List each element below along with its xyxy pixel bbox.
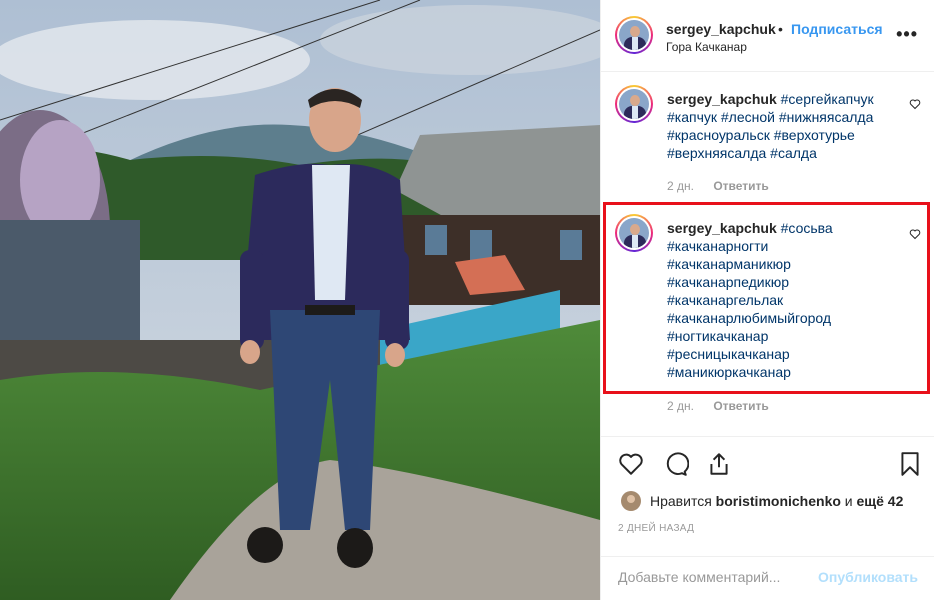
post-header: sergey_kapchuk • Подписаться Гора Качкан…	[601, 0, 934, 72]
likes-conj: и	[844, 493, 853, 509]
comment-username[interactable]: sergey_kapchuk	[667, 220, 777, 236]
hashtag-line[interactable]: #ногтикачканар	[667, 328, 768, 344]
comments-list[interactable]: sergey_kapchuk #сергейкапчук #капчук #ле…	[601, 73, 934, 435]
liker-username[interactable]: boristimonichenko	[716, 493, 841, 509]
publish-button[interactable]: Опубликовать	[818, 569, 918, 585]
reply-button[interactable]: Ответить	[713, 399, 768, 413]
follow-button[interactable]: Подписаться	[791, 21, 883, 37]
like-comment-heart-icon[interactable]	[909, 98, 921, 110]
hashtag-line[interactable]: #качканарпедикюр	[667, 274, 789, 290]
hashtag-line[interactable]: #качканарногти	[667, 238, 768, 254]
hashtag-line[interactable]: #верхняясалда #салда	[667, 145, 817, 161]
comment-meta: 2 дн. Ответить	[667, 399, 769, 413]
author-avatar[interactable]	[615, 16, 653, 54]
hashtag-line[interactable]: #капчук #лесной #нижняясалда	[667, 109, 873, 125]
hashtag-line[interactable]: #сергейкапчук	[781, 91, 874, 107]
likes-summary: Нравится boristimonichenko и ещё 42	[621, 491, 903, 511]
post-location[interactable]: Гора Качканар	[666, 40, 747, 54]
add-comment-input[interactable]	[618, 569, 808, 585]
hashtag-line[interactable]: #качканаргельлак	[667, 292, 783, 308]
comment-username[interactable]: sergey_kapchuk	[667, 91, 777, 107]
hashtag-line[interactable]: #качканарлюбимыйгород	[667, 310, 831, 326]
comment-avatar[interactable]	[615, 214, 653, 252]
more-options-icon[interactable]: •••	[896, 24, 918, 45]
like-heart-icon[interactable]	[618, 451, 644, 477]
post-timestamp[interactable]: 2 ДНЕЙ НАЗАД	[618, 523, 694, 534]
add-comment-bar: Опубликовать	[601, 556, 934, 600]
author-username[interactable]: sergey_kapchuk	[666, 21, 776, 37]
comment-text: sergey_kapchuk #сергейкапчук #капчук #ле…	[667, 90, 897, 162]
reply-button[interactable]: Ответить	[713, 179, 768, 193]
comment-meta: 2 дн. Ответить	[667, 179, 769, 193]
post-actions: Нравится boristimonichenko и ещё 42 2 ДН…	[601, 436, 934, 600]
bookmark-icon[interactable]	[897, 451, 923, 477]
comment-age: 2 дн.	[667, 179, 694, 193]
comment-bubble-icon[interactable]	[663, 451, 689, 477]
hashtag-line[interactable]: #качканарманикюр	[667, 256, 791, 272]
share-icon[interactable]	[706, 451, 732, 477]
photo-image	[0, 0, 600, 600]
liker-avatar[interactable]	[621, 491, 641, 511]
separator-dot: •	[778, 21, 783, 37]
likes-count-link[interactable]: ещё 42	[857, 493, 904, 509]
comment-text: sergey_kapchuk #сосьва #качканарногти #к…	[667, 219, 897, 381]
comment-avatar[interactable]	[615, 85, 653, 123]
post-photo[interactable]	[0, 0, 600, 600]
hashtag-line[interactable]: #сосьва	[781, 220, 833, 236]
hashtag-line[interactable]: #красноуральск #верхотурье	[667, 127, 855, 143]
comment-age: 2 дн.	[667, 399, 694, 413]
hashtag-line[interactable]: #ресницыкачканар	[667, 346, 790, 362]
post-details-panel: sergey_kapchuk • Подписаться Гора Качкан…	[600, 0, 934, 600]
like-comment-heart-icon[interactable]	[909, 228, 921, 240]
hashtag-line[interactable]: #маникюркачканар	[667, 364, 791, 380]
likes-prefix: Нравится	[650, 493, 712, 509]
